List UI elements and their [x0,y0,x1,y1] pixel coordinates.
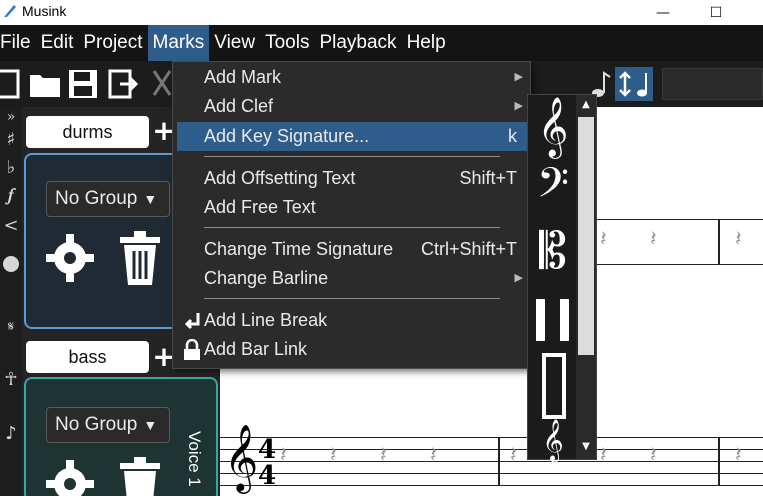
sharp-icon[interactable]: ♯ [2,129,20,150]
percussion-clef-option[interactable] [530,295,576,345]
app-logo-icon [4,5,16,17]
rest-icon: 𝄽 [380,443,387,468]
open-folder-icon[interactable] [28,67,62,101]
treble-clef: 𝄞 [224,423,259,491]
scroll-thumb[interactable] [578,117,594,355]
menu-separator [204,298,500,299]
hairpin-icon[interactable]: < [2,215,20,236]
rest-icon: 𝄽 [600,443,607,468]
menu-item-add-free-text[interactable]: Add Free Text [177,193,527,222]
line-break-icon [184,313,200,330]
clef-submenu: 𝄞 𝄢 𝄡 𝄞 ▲ ▼ [527,94,597,461]
toolbar-dropdown[interactable] [662,68,763,100]
menu-item-add-key-signature[interactable]: Add Key Signature... k [177,122,527,151]
menu-item-add-clef[interactable]: Add Clef ▶ [177,92,527,121]
track-name-bass[interactable]: bass [26,341,149,373]
menu-item-add-mark[interactable]: Add Mark ▶ [177,63,527,92]
submenu-scrollbar[interactable]: ▲ ▼ [576,95,596,459]
menu-view[interactable]: View [209,25,260,61]
rest-icon: 𝄽 [650,443,657,468]
segno-icon[interactable]: 𝄋 [2,319,20,335]
menu-separator [204,156,500,157]
submenu-arrow-icon: ▶ [514,100,523,112]
export-icon[interactable] [106,67,140,101]
rest-icon: 𝄽 [735,227,742,252]
dynamic-icon[interactable]: 𝆑 [2,185,20,206]
notehead-icon[interactable] [2,253,20,275]
title-bar: Musink — ☐ [0,0,763,25]
group-select[interactable]: No Group ▼ [46,181,170,217]
window-title: Musink [22,3,67,19]
alto-clef-option[interactable]: 𝄡 [530,219,576,283]
rest-icon: 𝄽 [650,227,657,252]
voice-label: Voice 1 [185,431,204,487]
voice-icon[interactable]: ♪ [2,423,20,444]
menu-tools[interactable]: Tools [260,25,314,61]
staff-lower: 𝄞 4 4 𝄽 𝄽 𝄽 𝄽 𝄽 𝄽 𝄽 𝄽 [220,423,763,496]
menu-item-add-offsetting-text[interactable]: Add Offsetting Text Shift+T [177,164,527,193]
ankh-icon[interactable]: ☥ [2,369,20,390]
menu-separator [204,227,500,228]
menu-project[interactable]: Project [78,25,147,61]
trash-icon[interactable] [112,225,168,291]
lock-icon [184,339,200,360]
treble-clef-option[interactable]: 𝄞 [530,97,576,157]
menu-item-change-barline[interactable]: Change Barline ▶ [177,264,527,293]
rest-icon: 𝄽 [735,443,742,468]
rest-icon: 𝄽 [280,443,287,468]
menu-file[interactable]: File [0,25,36,61]
scroll-up-icon[interactable]: ▲ [579,99,593,111]
time-signature-bottom: 4 [258,461,277,491]
submenu-arrow-icon: ▶ [514,71,523,83]
menu-item-add-bar-link[interactable]: Add Bar Link [177,335,527,364]
flip-stem-icon[interactable] [615,67,653,101]
tab-clef-option[interactable] [530,351,576,421]
flat-icon[interactable]: ♭ [2,157,20,178]
collapse-icon[interactable]: » [2,109,20,125]
menu-bar: File Edit Project Marks View Tools Playb… [0,25,763,61]
menu-edit[interactable]: Edit [36,25,79,61]
scroll-down-icon[interactable]: ▼ [579,441,593,453]
trash-icon[interactable] [112,451,168,496]
bass-clef-option[interactable]: 𝄢 [530,159,576,217]
rest-icon: 𝄽 [430,443,437,468]
track-name-durms[interactable]: durms [26,116,149,148]
menu-help[interactable]: Help [402,25,451,61]
treble-8vb-clef-option[interactable]: 𝄞 [530,421,576,461]
menu-item-add-line-break[interactable]: Add Line Break [177,306,527,335]
rest-icon: 𝄽 [510,443,517,468]
menu-item-change-time-signature[interactable]: Change Time Signature Ctrl+Shift+T [177,235,527,264]
group-select[interactable]: No Group ▼ [46,407,170,443]
symbol-palette: » ♯ ♭ 𝆑 < 𝄋 ☥ ♪ [0,107,22,496]
submenu-arrow-icon: ▶ [514,272,523,284]
rest-icon: 𝄽 [330,443,337,468]
maximize-button[interactable]: ☐ [694,0,738,25]
gear-icon[interactable] [42,451,98,496]
menu-playback[interactable]: Playback [314,25,401,61]
gear-icon[interactable] [42,225,98,291]
marks-menu: Add Mark ▶ Add Clef ▶ Add Key Signature.… [172,61,531,369]
menu-marks[interactable]: Marks [147,25,210,61]
new-file-icon[interactable] [0,67,28,101]
rest-icon: 𝄽 [600,227,607,252]
save-icon[interactable] [66,67,100,101]
minimize-button[interactable]: — [641,0,685,25]
track-card-bass: No Group ▼ Voice 1 [24,377,218,496]
